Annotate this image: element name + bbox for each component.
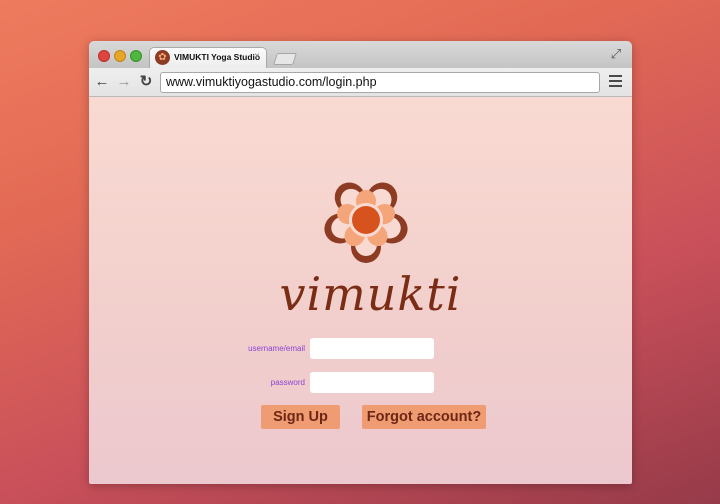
- reload-icon[interactable]: ↻: [138, 73, 154, 91]
- url-text: www.vimuktiyogastudio.com/login.php: [166, 75, 377, 89]
- arrow-left-icon[interactable]: ←: [94, 73, 110, 91]
- tab-vimukti[interactable]: ✿ VIMUKTI Yoga Studio ×: [149, 47, 267, 68]
- password-input[interactable]: [310, 372, 434, 393]
- password-label: password: [270, 378, 305, 387]
- brand-name: vimukti: [279, 267, 462, 321]
- tab-close-icon[interactable]: ×: [254, 51, 260, 62]
- flower-logo-icon: ✿: [155, 50, 170, 65]
- zoom-window-button[interactable]: [130, 50, 142, 62]
- new-tab-button[interactable]: [273, 53, 297, 65]
- browser-window: ✿ VIMUKTI Yoga Studio × ⤢ ← → ↻ www.vimu…: [89, 41, 632, 484]
- hamburger-menu-icon[interactable]: [609, 75, 622, 89]
- username-label: username/email: [248, 344, 305, 353]
- address-bar[interactable]: www.vimuktiyogastudio.com/login.php: [160, 72, 600, 93]
- browser-toolbar: ← → ↻ www.vimuktiyogastudio.com/login.ph…: [89, 68, 632, 97]
- close-window-button[interactable]: [98, 50, 110, 62]
- arrow-right-icon[interactable]: →: [116, 73, 132, 91]
- minimize-window-button[interactable]: [114, 50, 126, 62]
- browser-titlebar: ✿ VIMUKTI Yoga Studio × ⤢: [89, 41, 632, 68]
- tab-title: VIMUKTI Yoga Studio: [174, 52, 261, 62]
- fullscreen-icon[interactable]: ⤢: [609, 47, 623, 61]
- forgot-account-button[interactable]: Forgot account?: [362, 405, 486, 429]
- page-content: vimukti username/email password Sign Up …: [89, 97, 632, 484]
- flower-logo-icon: [324, 182, 408, 263]
- sign-up-button[interactable]: Sign Up: [261, 405, 340, 429]
- username-input[interactable]: [310, 338, 434, 359]
